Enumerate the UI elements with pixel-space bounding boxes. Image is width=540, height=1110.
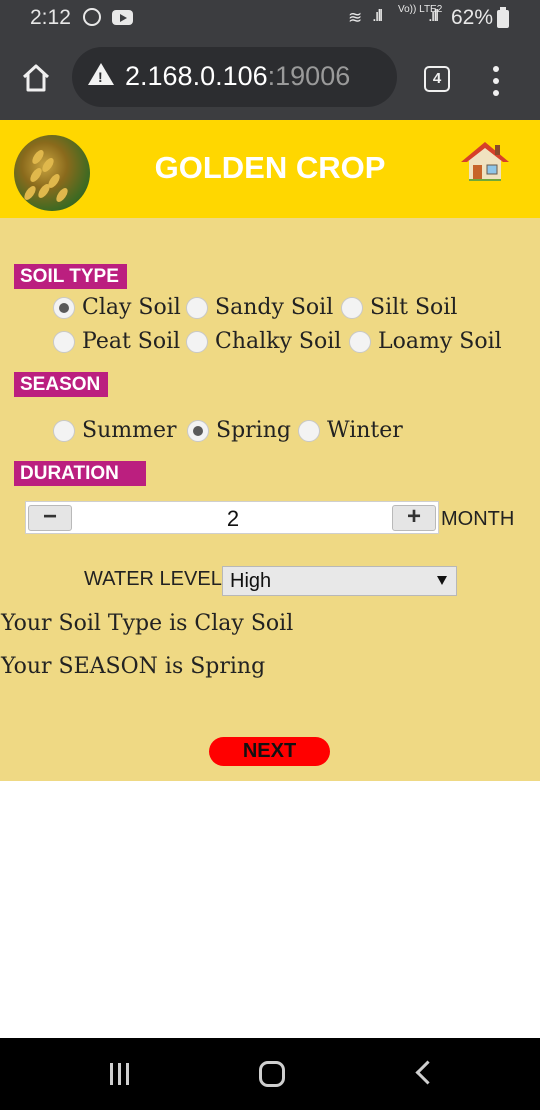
radio-indicator[interactable] [341, 296, 363, 319]
radio-indicator[interactable] [187, 419, 209, 442]
radio-indicator[interactable] [186, 330, 208, 353]
radio-winter[interactable]: Winter [298, 418, 403, 443]
soil-type-label: SOIL TYPE [14, 264, 127, 289]
browser-toolbar: 2.168.0.106:19006 4 [0, 38, 540, 120]
next-button[interactable]: NEXT [209, 737, 330, 766]
page-title: GOLDEN CROP [154, 150, 386, 185]
radio-summer[interactable]: Summer [53, 418, 177, 443]
signal-icon-2: .ıll [428, 6, 439, 25]
dropdown-arrow-icon [437, 576, 447, 585]
signal-icon: .ıll [372, 6, 383, 25]
system-nav-bar [0, 1038, 540, 1110]
battery-percent: 62% [451, 6, 494, 29]
radio-indicator[interactable] [53, 296, 75, 319]
more-menu-icon[interactable] [493, 66, 501, 96]
whatsapp-icon [83, 8, 101, 26]
status-time: 2:12 [30, 6, 71, 29]
app-header: GOLDEN CROP [0, 120, 540, 218]
increment-button[interactable]: + [392, 505, 436, 531]
duration-label: DURATION [14, 461, 146, 486]
water-level-label: WATER LEVEL: [84, 568, 228, 590]
decrement-button[interactable]: − [28, 505, 72, 531]
crop-form: SOIL TYPE Clay Soil Sandy Soil Silt Soil… [0, 218, 540, 781]
radio-indicator[interactable] [298, 419, 320, 442]
tab-switcher-button[interactable]: 4 [424, 66, 450, 92]
radio-silt-soil[interactable]: Silt Soil [341, 295, 457, 320]
home-icon[interactable] [18, 60, 54, 96]
battery-icon [497, 7, 509, 28]
radio-spring[interactable]: Spring [187, 418, 291, 443]
status-bar: 2:12 ≋ .ıll Vo)) LTE2 .ıll 62% [0, 0, 540, 38]
duration-unit: MONTH [441, 508, 515, 530]
radio-sandy-soil[interactable]: Sandy Soil [186, 295, 333, 320]
address-bar[interactable]: 2.168.0.106:19006 [72, 47, 397, 107]
season-label: SEASON [14, 372, 109, 397]
recent-apps-icon[interactable] [110, 1063, 134, 1085]
wifi-icon: ≋ [348, 8, 363, 27]
radio-loamy-soil[interactable]: Loamy Soil [349, 329, 502, 354]
youtube-icon [112, 10, 133, 25]
radio-peat-soil[interactable]: Peat Soil [53, 329, 180, 354]
radio-indicator[interactable] [53, 419, 75, 442]
radio-indicator[interactable] [349, 330, 371, 353]
water-level-value: High [230, 570, 272, 592]
radio-chalky-soil[interactable]: Chalky Soil [186, 329, 341, 354]
radio-indicator[interactable] [53, 330, 75, 353]
season-result-text: Your SEASON is Spring [1, 654, 266, 679]
back-icon[interactable] [415, 1060, 440, 1085]
soil-result-text: Your Soil Type is Clay Soil [1, 611, 294, 636]
warning-icon[interactable] [88, 63, 114, 85]
water-level-select[interactable]: High [222, 566, 457, 596]
radio-clay-soil[interactable]: Clay Soil [53, 295, 181, 320]
nav-home-icon[interactable] [259, 1061, 285, 1087]
duration-value[interactable]: 2 [26, 506, 440, 532]
radio-indicator[interactable] [186, 296, 208, 319]
duration-stepper: 2 − + [25, 501, 439, 534]
url-text[interactable]: 2.168.0.106:19006 [125, 61, 350, 92]
house-icon[interactable] [461, 141, 509, 183]
